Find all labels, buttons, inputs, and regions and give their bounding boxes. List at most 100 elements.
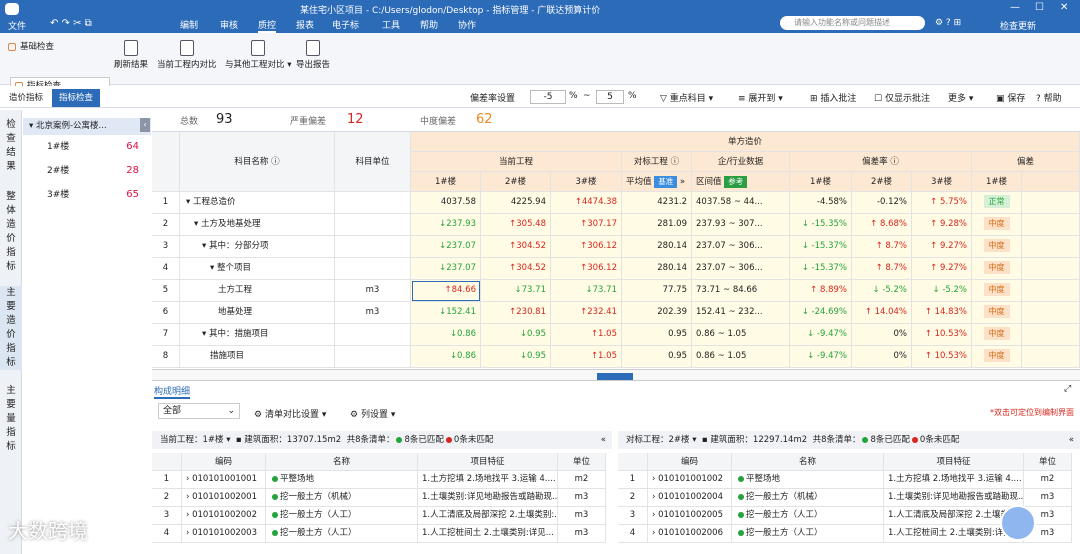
vtab-main-qty-index[interactable]: 主要量指标: [0, 384, 22, 454]
row-value[interactable]: ↑306.12: [551, 236, 622, 258]
more-dropdown[interactable]: 更多 ▾: [948, 91, 973, 104]
row-name[interactable]: ▾ 工程总造价: [180, 192, 335, 214]
row-value[interactable]: ↑304.52: [481, 236, 551, 258]
row-name[interactable]: ▾ 土方及地基处理: [180, 214, 335, 236]
tree-root[interactable]: ▾ 北京案例-公寓楼...: [23, 118, 151, 135]
collapse-right-icon[interactable]: «: [1069, 431, 1074, 449]
tab-index-check[interactable]: 指标检查: [52, 89, 101, 107]
row-value[interactable]: ↑84.66: [411, 280, 481, 302]
ref-badge[interactable]: 参考: [724, 176, 748, 188]
sub-cell[interactable]: › 010101002006: [648, 525, 732, 543]
basic-check-item[interactable]: 基础检查: [4, 39, 104, 55]
deviation-text: ↑ 8.68%: [870, 219, 907, 229]
deviation-text: 0%: [893, 351, 908, 361]
sub-cell[interactable]: › 010101002005: [648, 507, 732, 525]
tab-cost-index[interactable]: 造价指标: [2, 89, 50, 107]
row-name[interactable]: 地基处理: [180, 302, 335, 324]
menu-review[interactable]: 审核: [220, 18, 238, 31]
tab-composition[interactable]: 构成明细: [154, 384, 191, 399]
row-name[interactable]: ▾ 其中：措施项目: [180, 324, 335, 346]
bottom-panel: 构成明细 全部 ⌄ ⚙ 清单对比设置 ▾ ⚙ 列设置 ▾ *双击可定位到编制界面 …: [152, 381, 1080, 554]
assistant-robot-icon[interactable]: [1000, 505, 1036, 541]
compare-other-button[interactable]: 与其他工程对比 ▾: [225, 40, 291, 70]
row-value[interactable]: ↑230.81: [481, 302, 551, 324]
menu-collab[interactable]: 协作: [458, 18, 476, 31]
row-deviation: ↓ -5.2%: [852, 280, 912, 302]
row-value[interactable]: ↓0.86: [411, 346, 481, 368]
help-button[interactable]: ? 帮助: [1036, 91, 1062, 104]
row-value[interactable]: ↓152.41: [411, 302, 481, 324]
expand-to-dropdown[interactable]: ≡ 展开到 ▾: [738, 91, 783, 104]
row-value[interactable]: ↓237.07: [411, 236, 481, 258]
vtab-check-result[interactable]: 检查结果: [0, 118, 22, 174]
sub-cell[interactable]: › 010101002001: [182, 489, 266, 507]
row-value[interactable]: 4037.58: [411, 192, 481, 214]
row-level: 中度: [972, 302, 1022, 324]
menu-edit[interactable]: 编制: [180, 18, 198, 31]
row-value[interactable]: ↓0.86: [411, 324, 481, 346]
sub-cell[interactable]: › 010101002002: [182, 507, 266, 525]
compare-other-icon: [251, 40, 266, 56]
vtab-overall-index[interactable]: 整体造价指标: [0, 190, 22, 274]
menu-report[interactable]: 报表: [296, 18, 314, 31]
row-name[interactable]: 土方工程: [180, 280, 335, 302]
tree-node-b3[interactable]: 3#楼 65: [23, 183, 151, 207]
menu-help[interactable]: 帮助: [420, 18, 438, 31]
row-value[interactable]: ↓237.07: [411, 258, 481, 280]
row-value[interactable]: ↓73.71: [551, 280, 622, 302]
sub-cell[interactable]: › 010101001002: [648, 471, 732, 489]
tree-node-b1[interactable]: 1#楼 64: [23, 135, 151, 159]
row-value[interactable]: 4225.94: [481, 192, 551, 214]
filter-select[interactable]: 全部 ⌄: [158, 403, 240, 419]
check-update-button[interactable]: 检查更新: [1000, 19, 1036, 32]
sub-cell[interactable]: › 010101002003: [182, 525, 266, 543]
deviation-text: -0.12%: [876, 197, 907, 207]
sub-cell[interactable]: › 010101001001: [182, 471, 266, 489]
row-value[interactable]: ↓237.93: [411, 214, 481, 236]
row-range: 237.07 ~ 306...: [692, 258, 790, 280]
row-value[interactable]: ↓0.95: [481, 346, 551, 368]
maximize-icon[interactable]: ☐: [1035, 2, 1044, 13]
splitter[interactable]: [152, 369, 1080, 381]
refresh-button[interactable]: 刷新结果: [114, 40, 148, 70]
row-value[interactable]: ↑307.17: [551, 214, 622, 236]
base-badge[interactable]: 基准: [654, 176, 678, 188]
only-note-checkbox[interactable]: ☐ 仅显示批注: [874, 91, 930, 104]
search-input[interactable]: 请输入功能名称或问题描述: [780, 16, 925, 30]
row-value[interactable]: ↑305.48: [481, 214, 551, 236]
collapse-panel-icon[interactable]: ‹: [140, 118, 150, 132]
row-value[interactable]: ↑304.52: [481, 258, 551, 280]
menu-tools[interactable]: 工具: [382, 18, 400, 31]
sub-cell[interactable]: › 010101002004: [648, 489, 732, 507]
column-setting-button[interactable]: ⚙ 列设置 ▾: [350, 407, 395, 420]
compare-in-project-button[interactable]: 当前工程内对比: [157, 40, 217, 70]
row-value[interactable]: ↓73.71: [481, 280, 551, 302]
row-value[interactable]: ↑4474.38: [551, 192, 622, 214]
menu-qc[interactable]: 质控: [258, 18, 277, 33]
insert-note-button[interactable]: ⊞ 插入批注: [810, 91, 856, 104]
row-value[interactable]: ↑232.41: [551, 302, 622, 324]
minimize-icon[interactable]: —: [1010, 2, 1020, 13]
export-report-button[interactable]: 导出报告: [296, 40, 330, 70]
save-button[interactable]: ▣ 保存: [996, 91, 1025, 104]
vtab-main-cost-index[interactable]: 主要造价指标: [0, 286, 22, 370]
focus-subject-dropdown[interactable]: ▽ 重点科目 ▾: [660, 91, 713, 104]
settings-icon[interactable]: ⚙ ? ⊞: [935, 18, 961, 28]
row-name[interactable]: ▾ 其中：分部分项: [180, 236, 335, 258]
row-value[interactable]: ↓0.95: [481, 324, 551, 346]
deviation-low-input[interactable]: -5: [530, 90, 566, 104]
close-icon[interactable]: ✕: [1060, 2, 1068, 13]
list-compare-setting-button[interactable]: ⚙ 清单对比设置 ▾: [254, 407, 326, 420]
row-value[interactable]: ↑306.12: [551, 258, 622, 280]
value-text: 4225.94: [510, 197, 546, 207]
row-name[interactable]: ▾ 整个项目: [180, 258, 335, 280]
expand-icon[interactable]: ⤢: [1064, 384, 1071, 394]
row-value[interactable]: ↑1.05: [551, 324, 622, 346]
row-value[interactable]: ↑1.05: [551, 346, 622, 368]
deviation-high-input[interactable]: 5: [596, 90, 624, 104]
splitter-handle-icon[interactable]: [597, 373, 633, 380]
collapse-left-icon[interactable]: «: [601, 431, 606, 449]
menu-bid[interactable]: 电子标: [332, 18, 359, 31]
row-name[interactable]: 措施项目: [180, 346, 335, 368]
tree-node-b2[interactable]: 2#楼 28: [23, 159, 151, 183]
